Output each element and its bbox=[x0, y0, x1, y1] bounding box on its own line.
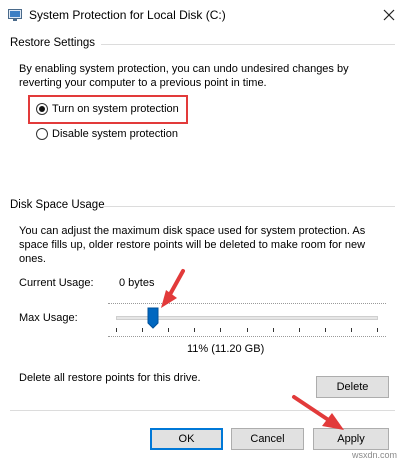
radio-button-unselected[interactable] bbox=[36, 128, 48, 140]
current-usage-label: Current Usage: bbox=[19, 277, 94, 289]
disk-space-heading: Disk Space Usage bbox=[10, 199, 105, 211]
slider-tick bbox=[194, 328, 196, 332]
slider-tick bbox=[350, 328, 352, 332]
slider-tick bbox=[168, 328, 170, 332]
close-icon[interactable] bbox=[380, 6, 398, 24]
max-usage-readout: 11% (11.20 GB) bbox=[187, 343, 265, 355]
slider-tick bbox=[116, 328, 117, 332]
window-title: System Protection for Local Disk (C:) bbox=[29, 8, 226, 22]
slider-tick bbox=[272, 328, 274, 332]
slider-tick bbox=[246, 328, 248, 332]
slider-tick bbox=[324, 328, 326, 332]
slider-tick bbox=[220, 328, 222, 332]
max-usage-slider[interactable] bbox=[108, 303, 386, 337]
apply-button-label: Apply bbox=[337, 433, 365, 445]
annotation-arrow-icon bbox=[161, 269, 185, 308]
restore-settings-heading: Restore Settings bbox=[10, 37, 96, 49]
radio-label: Disable system protection bbox=[52, 128, 178, 140]
radio-button-selected[interactable] bbox=[36, 103, 48, 115]
watermark-text: wsxdn.com bbox=[352, 450, 398, 460]
system-protection-icon bbox=[8, 9, 22, 21]
slider-thumb[interactable] bbox=[147, 307, 159, 329]
radio-turn-on-protection[interactable]: Turn on system protection bbox=[36, 103, 179, 115]
ok-button[interactable]: OK bbox=[150, 428, 223, 450]
delete-description: Delete all restore points for this drive… bbox=[19, 372, 201, 384]
restore-settings-description: By enabling system protection, you can u… bbox=[19, 63, 349, 89]
radio-disable-protection[interactable]: Disable system protection bbox=[36, 128, 178, 140]
disk-space-divider bbox=[102, 206, 395, 207]
disk-space-description: You can adjust the maximum disk space us… bbox=[19, 225, 366, 265]
radio-label: Turn on system protection bbox=[52, 103, 179, 115]
current-usage-value: 0 bytes bbox=[119, 277, 155, 289]
ok-button-label: OK bbox=[178, 433, 195, 445]
slider-tick bbox=[377, 328, 378, 332]
title-bar[interactable]: System Protection for Local Disk (C:) bbox=[0, 0, 404, 30]
delete-button-label: Delete bbox=[336, 381, 369, 393]
cancel-button-label: Cancel bbox=[250, 433, 285, 445]
annotation-arrow-icon bbox=[292, 395, 344, 430]
slider-tick bbox=[298, 328, 300, 332]
slider-tick bbox=[142, 328, 144, 332]
max-usage-label: Max Usage: bbox=[19, 312, 78, 324]
restore-settings-divider bbox=[101, 44, 395, 45]
